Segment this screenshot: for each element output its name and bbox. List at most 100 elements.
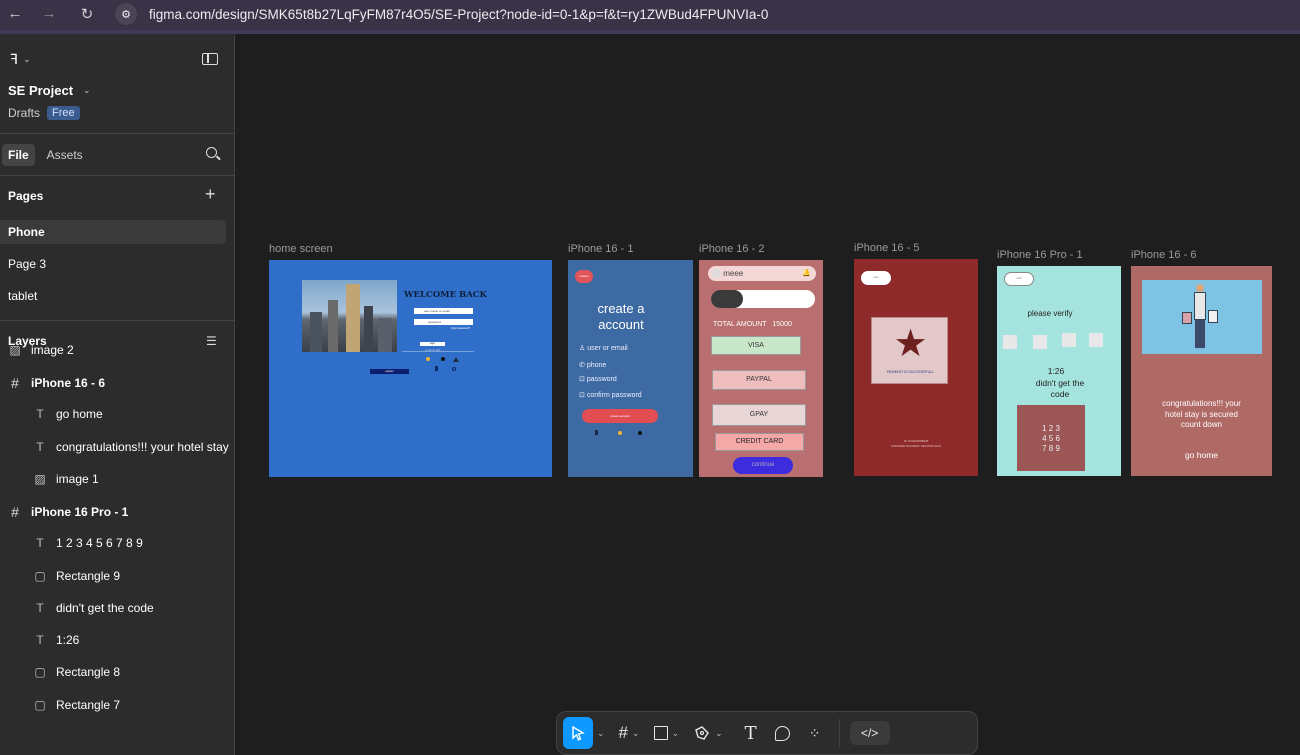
facebook-icon[interactable]: [595, 430, 598, 435]
google-icon[interactable]: [618, 431, 622, 435]
apple-icon[interactable]: [441, 357, 445, 361]
login-button[interactable]: login: [420, 342, 445, 346]
frame-home-screen[interactable]: WELCOME BACK user name or email password…: [269, 260, 552, 477]
forward-icon[interactable]: →: [38, 5, 60, 22]
frame-iphone-16-5[interactable]: back ★ PAYMENT IS SUCCESSFULL ID: RGS445…: [854, 259, 978, 476]
layer-item[interactable]: ▢ Rectangle 8: [32, 665, 120, 679]
reload-icon[interactable]: ↻: [76, 5, 98, 23]
layer-item[interactable]: T 1:26: [32, 633, 79, 647]
keypad-row[interactable]: 1 2 3: [1017, 424, 1085, 434]
shopper-head: [1196, 284, 1204, 292]
back-chip[interactable]: back: [861, 271, 891, 285]
page-item-tablet[interactable]: tablet: [0, 284, 226, 308]
tab-file[interactable]: File: [2, 144, 35, 166]
code-box-3[interactable]: [1062, 333, 1076, 347]
go-home-button[interactable]: go home: [1131, 450, 1272, 460]
continue-button[interactable]: continue: [733, 457, 793, 474]
layer-item[interactable]: ▨ image 1: [32, 472, 98, 486]
figma-menu-button[interactable]: ꟻ ⌄: [10, 51, 31, 68]
text-icon: T: [36, 536, 44, 550]
apple-icon[interactable]: [638, 431, 642, 435]
move-tool-button[interactable]: [563, 717, 593, 749]
page-item-page-3[interactable]: Page 3: [0, 252, 226, 276]
continue-chip[interactable]: continue: [575, 270, 593, 283]
gmail-icon[interactable]: [452, 367, 456, 371]
chevron-down-icon[interactable]: ⌄: [597, 728, 605, 739]
frame-iphone-16-1[interactable]: continue create a account ♙ user or emai…: [568, 260, 693, 477]
credit-card-option[interactable]: CREDIT CARD: [715, 433, 804, 451]
layer-item[interactable]: Tcongratulations!!! your hotel stay: [32, 440, 228, 454]
search-icon[interactable]: [206, 147, 221, 161]
layer-item[interactable]: T 1 2 3 4 5 6 7 8 9: [32, 536, 142, 550]
shopping-bag: [1208, 310, 1218, 323]
chevron-down-icon: ⌄: [83, 85, 91, 95]
add-page-icon[interactable]: +: [205, 185, 216, 203]
keypad-row[interactable]: 7 8 9: [1017, 444, 1085, 454]
frame-label-iphone-16-2[interactable]: iPhone 16 - 2: [699, 243, 764, 255]
frame-label-iphone-16-5[interactable]: iPhone 16 - 5: [854, 242, 919, 254]
search-pill[interactable]: meee 🔔: [708, 266, 816, 281]
frame-label-iphone-16-6[interactable]: iPhone 16 - 6: [1131, 249, 1196, 261]
frame-tool-button[interactable]: # ⌄: [619, 717, 640, 749]
gpay-option[interactable]: GPAY: [712, 404, 806, 426]
code-icon: </>: [860, 726, 879, 740]
password-field[interactable]: password: [414, 319, 473, 325]
plan-badge[interactable]: Free: [47, 106, 80, 120]
site-settings-icon[interactable]: ⚙: [115, 3, 137, 25]
payment-success-text: PAYMENT IS SUCCESSFULL: [886, 370, 935, 374]
field-phone[interactable]: ✆ phone: [579, 361, 606, 369]
page-item-phone[interactable]: Phone: [0, 220, 226, 244]
address-bar[interactable]: ⚙ figma.com/design/SMK65t8b27LqFyFM87r4O…: [115, 1, 768, 27]
layer-item[interactable]: ▨ image 2: [7, 343, 73, 357]
code-box-4[interactable]: [1089, 333, 1103, 347]
layer-item[interactable]: # iPhone 16 Pro - 1: [7, 504, 128, 520]
create-account-button[interactable]: create account: [582, 409, 658, 423]
frame-label-home[interactable]: home screen: [269, 243, 333, 255]
timer: 1:26: [1047, 366, 1065, 376]
frame-label-iphone-16-1[interactable]: iPhone 16 - 1: [568, 243, 633, 255]
code-box-1[interactable]: [1003, 335, 1017, 349]
forgot-password-link[interactable]: forgot password?: [451, 327, 470, 330]
bell-icon[interactable]: 🔔: [802, 266, 811, 281]
comment-tool-button[interactable]: [771, 717, 795, 749]
pen-tool-button[interactable]: ⌄: [693, 717, 723, 749]
collapse-layers-icon[interactable]: ☰: [206, 334, 217, 348]
register-button[interactable]: register: [370, 369, 409, 374]
tab-assets[interactable]: Assets: [41, 144, 89, 166]
layer-item[interactable]: Tgo home: [32, 407, 102, 421]
verify-title: please verify: [1027, 309, 1073, 318]
visa-option[interactable]: VISA: [711, 336, 801, 355]
paypal-option[interactable]: PAYPAL: [712, 370, 806, 390]
frame-iphone-16-2[interactable]: meee 🔔 TOTAL AMOUNT 15000 VISA PAYPAL GP…: [699, 260, 823, 477]
didnt-get-code-text[interactable]: didn't get the code: [1028, 378, 1092, 400]
back-icon[interactable]: ←: [4, 5, 26, 22]
frame-iphone-16-pro-1[interactable]: back please verify 1:26 didn't get the c…: [997, 266, 1121, 476]
code-box-2[interactable]: [1033, 335, 1047, 349]
layer-item[interactable]: ▢ Rectangle 7: [32, 698, 120, 712]
frame-iphone-16-6[interactable]: congratulations!!! your hotel stay is se…: [1131, 266, 1272, 476]
frame-label-iphone-16-pro-1[interactable]: iPhone 16 Pro - 1: [997, 249, 1083, 261]
actions-tool-button[interactable]: ⁘: [803, 717, 827, 749]
drafts-label[interactable]: Drafts: [8, 106, 40, 120]
layer-item[interactable]: # iPhone 16 - 6: [7, 375, 105, 391]
keypad-row[interactable]: 4 5 6: [1017, 434, 1085, 444]
google-icon[interactable]: [426, 357, 430, 361]
field-user-email[interactable]: ♙ user or email: [579, 344, 628, 352]
drive-icon[interactable]: [453, 357, 459, 362]
field-password[interactable]: ⊡ password: [579, 375, 617, 383]
toggle-sidebar-icon[interactable]: [202, 53, 218, 65]
facebook-icon[interactable]: [435, 366, 438, 371]
design-canvas[interactable]: home screen WELCOME BACK user name or em…: [235, 34, 1300, 755]
field-confirm-password[interactable]: ⊡ confirm password: [579, 391, 642, 399]
project-title[interactable]: SE Project ⌄: [8, 83, 91, 98]
text-icon: T: [36, 407, 44, 421]
layer-item[interactable]: Tdidn't get the code: [32, 601, 153, 615]
username-field[interactable]: user name or email: [414, 308, 473, 314]
layer-item[interactable]: ▢ Rectangle 9: [32, 569, 120, 583]
toggle-switch[interactable]: [711, 290, 815, 308]
lock-icon: ⊡: [579, 376, 585, 383]
shape-tool-button[interactable]: ⌄: [653, 717, 679, 749]
dev-mode-button[interactable]: </>: [849, 721, 890, 745]
back-chip[interactable]: back: [1004, 272, 1034, 286]
text-tool-button[interactable]: T: [739, 717, 763, 749]
